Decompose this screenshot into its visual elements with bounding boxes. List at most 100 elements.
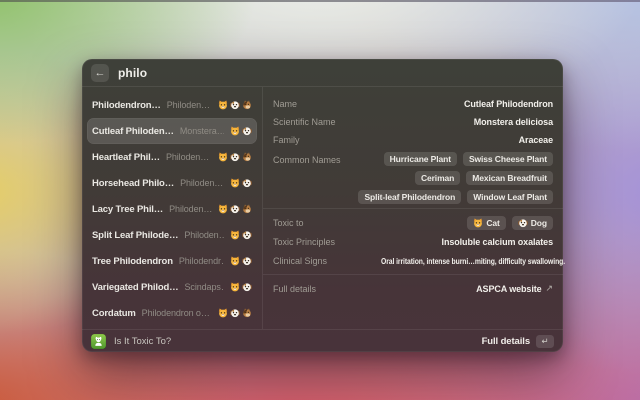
dog-emoji-icon	[230, 204, 240, 214]
dog-emoji-icon	[242, 282, 252, 292]
dog-emoji-icon	[518, 218, 528, 228]
cat-emoji-icon	[473, 218, 483, 228]
list-item[interactable]: Cordatum Philodendron o…	[87, 300, 257, 326]
dog-emoji-icon	[242, 230, 252, 240]
list-item-subtitle: Philoden…	[167, 100, 210, 110]
cat-emoji-icon	[218, 100, 228, 110]
list-item-subtitle: Philoden…	[166, 152, 209, 162]
detail-label: Family	[273, 135, 300, 145]
detail-label: Toxic to	[273, 218, 304, 228]
list-item-subtitle: Scindaps…	[185, 282, 224, 292]
cat-emoji-icon	[218, 308, 228, 318]
toxic-animals-group	[218, 152, 252, 162]
list-item[interactable]: Horsehead Philo… Philoden…	[87, 170, 257, 196]
app-icon	[91, 334, 106, 349]
common-name-tag: Swiss Cheese Plant	[463, 152, 553, 166]
back-button[interactable]: ←	[91, 64, 109, 82]
detail-row-common-names: Common Names Hurricane PlantSwiss Cheese…	[273, 152, 553, 204]
dog-emoji-icon	[230, 100, 240, 110]
toxic-to-tag-label: Cat	[486, 218, 499, 228]
detail-label: Scientific Name	[273, 117, 336, 127]
detail-row-name: Name Cutleaf Philodendron	[273, 95, 553, 113]
list-item-subtitle: Philoden…	[180, 178, 223, 188]
detail-value: Oral irritation, intense burni…miting, d…	[381, 256, 565, 266]
aspca-website-link[interactable]: ASPCA website ↗	[476, 283, 553, 294]
list-item-title: Heartleaf Phil…	[92, 152, 160, 163]
list-item-subtitle: Philoden…	[184, 230, 224, 240]
toxic-to-tags: Cat Dog	[312, 216, 553, 230]
detail-row-full-details: Full details ASPCA website ↗	[273, 279, 553, 298]
list-item[interactable]: Lacy Tree Phil… Philoden…	[87, 196, 257, 222]
detail-value: Cutleaf Philodendron	[464, 99, 553, 109]
toxic-animals-group	[218, 204, 252, 214]
results-list: Philodendron… Philoden… Cutleaf Philoden… M…	[82, 87, 263, 329]
detail-row-clinical-signs: Clinical Signs Oral irritation, intense …	[273, 251, 553, 270]
list-item-subtitle: Philoden…	[169, 204, 212, 214]
dog-emoji-icon	[242, 126, 252, 136]
back-arrow-icon: ←	[95, 67, 106, 79]
detail-label: Name	[273, 99, 297, 109]
list-item-title: Philodendron…	[92, 100, 161, 111]
app-name: Is It Toxic To?	[114, 336, 171, 347]
full-details-action[interactable]: Full details ↵	[482, 335, 554, 348]
list-item[interactable]: Split Leaf Philode… Philoden…	[87, 222, 257, 248]
detail-value: Araceae	[519, 135, 553, 145]
cat-emoji-icon	[218, 152, 228, 162]
cat-emoji-icon	[230, 178, 240, 188]
list-item[interactable]: Heartleaf Phil… Philoden…	[87, 144, 257, 170]
action-label: Full details	[482, 336, 530, 347]
window-content: Philodendron… Philoden… Cutleaf Philoden… M…	[82, 87, 563, 329]
horse-emoji-icon	[242, 204, 252, 214]
detail-value: Insoluble calcium oxalates	[442, 237, 553, 247]
dog-emoji-icon	[230, 152, 240, 162]
common-name-tag: Split-leaf Philodendron	[358, 190, 461, 204]
list-item[interactable]: Variegated Philod…Scindaps…	[87, 274, 257, 300]
common-name-tag: Mexican Breadfruit	[466, 171, 553, 185]
list-item-title: Lacy Tree Phil…	[92, 204, 163, 215]
common-name-tag: Window Leaf Plant	[467, 190, 553, 204]
horse-emoji-icon	[242, 308, 252, 318]
list-item-subtitle: Monstera…	[180, 126, 224, 136]
detail-label: Clinical Signs	[273, 256, 327, 266]
action-bar: Is It Toxic To? Full details ↵	[82, 329, 563, 352]
horse-emoji-icon	[242, 100, 252, 110]
link-text: ASPCA website	[476, 284, 541, 294]
toxic-to-tag-dog: Dog	[512, 216, 553, 230]
detail-value: Monstera deliciosa	[474, 117, 553, 127]
external-link-icon: ↗	[546, 283, 553, 294]
toxic-animals-group	[230, 230, 252, 240]
common-name-tag: Ceriman	[415, 171, 460, 185]
list-item[interactable]: Philodendron… Philoden…	[87, 92, 257, 118]
list-item-title: Cordatum	[92, 308, 136, 319]
list-item-title: Cutleaf Philoden…	[92, 126, 174, 137]
dog-emoji-icon	[242, 178, 252, 188]
search-header: ← philo	[82, 59, 563, 87]
section-divider	[263, 274, 563, 275]
horse-emoji-icon	[242, 152, 252, 162]
search-input[interactable]: philo	[118, 66, 147, 80]
toxic-to-tag-cat: Cat	[467, 216, 505, 230]
list-item[interactable]: Cutleaf Philoden… Monstera…	[87, 118, 257, 144]
detail-row-family: Family Araceae	[273, 131, 553, 149]
return-key-icon: ↵	[536, 335, 554, 348]
toxic-animals-group	[230, 282, 252, 292]
section-divider	[263, 208, 563, 209]
toxic-animals-group	[218, 308, 252, 318]
toxic-to-tag-label: Dog	[531, 218, 547, 228]
desktop-background: ← philo Philodendron… Philoden… Cutleaf Ph…	[0, 0, 640, 400]
common-names-tags: Hurricane Plant Swiss Cheese PlantCeriman…	[349, 152, 553, 204]
detail-label: Full details	[273, 284, 316, 294]
common-name-tag: Hurricane Plant	[384, 152, 457, 166]
list-item-title: Horsehead Philo…	[92, 178, 174, 189]
cat-emoji-icon	[230, 282, 240, 292]
list-item-title: Tree Philodendron	[92, 256, 173, 267]
list-item[interactable]: Tree Philodendron Philodendr…	[87, 248, 257, 274]
list-item-subtitle: Philodendron o…	[142, 308, 210, 318]
raycast-window: ← philo Philodendron… Philoden… Cutleaf Ph…	[82, 59, 563, 352]
cat-emoji-icon	[230, 230, 240, 240]
dog-emoji-icon	[242, 256, 252, 266]
list-item-subtitle: Philodendr…	[179, 256, 224, 266]
dog-emoji-icon	[230, 308, 240, 318]
toxic-animals-group	[230, 178, 252, 188]
list-item-title: Split Leaf Philode…	[92, 230, 178, 241]
